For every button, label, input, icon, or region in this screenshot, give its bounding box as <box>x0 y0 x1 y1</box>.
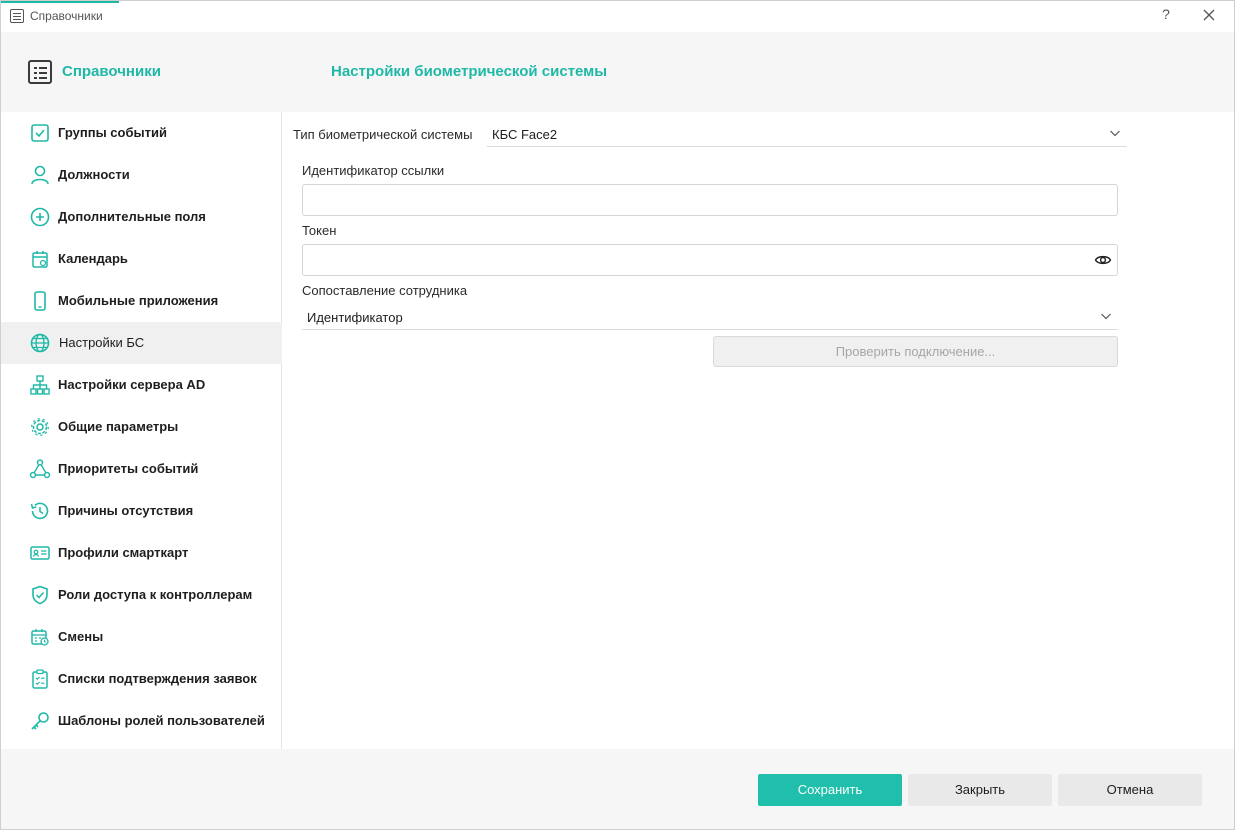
sidebar-item-controller-roles[interactable]: Роли доступа к контроллерам <box>1 574 282 616</box>
list-icon <box>28 60 52 84</box>
key-icon <box>31 712 49 730</box>
app-list-icon <box>10 9 24 23</box>
biometric-type-value: КБС Face2 <box>492 127 558 142</box>
biometric-type-label: Тип биометрической системы <box>293 127 473 142</box>
sidebar-item-label: Должности <box>58 167 130 182</box>
sidebar-item-event-groups[interactable]: Группы событий <box>1 112 282 154</box>
close-window-button[interactable] <box>1201 7 1217 23</box>
eye-icon[interactable] <box>1094 252 1112 268</box>
sidebar-item-label: Смены <box>58 629 104 644</box>
sidebar-item-label: Группы событий <box>58 125 167 140</box>
sidebar-item-label: Общие параметры <box>58 419 179 434</box>
sidebar-item-label: Роли доступа к контроллерам <box>58 587 253 602</box>
chevron-down-icon <box>1110 130 1120 137</box>
sidebar-item-ad-server[interactable]: Настройки сервера AD <box>1 364 282 406</box>
sidebar-item-label: Дополнительные поля <box>58 209 206 224</box>
globe-icon <box>30 333 50 353</box>
plus-circle-icon <box>30 207 50 227</box>
employee-match-label: Сопоставление сотрудника <box>302 283 468 298</box>
settings-form: Тип биометрической системы КБС Face2 Иде… <box>283 112 1234 749</box>
close-icon <box>1203 9 1215 21</box>
sidebar-item-label: Приоритеты событий <box>58 461 199 476</box>
id-card-icon <box>30 546 50 560</box>
dialog-footer: Сохранить Закрыть Отмена <box>1 749 1234 829</box>
person-icon <box>31 165 49 185</box>
sidebar-item-label: Профили смарткарт <box>58 545 189 560</box>
sidebar: Группы событий Должности Дополнительные … <box>1 112 282 749</box>
history-icon <box>30 502 49 520</box>
token-label: Токен <box>302 223 337 238</box>
employee-match-value: Идентификатор <box>307 310 403 325</box>
sidebar-item-extra-fields[interactable]: Дополнительные поля <box>1 196 282 238</box>
sidebar-item-smartcard-profiles[interactable]: Профили смарткарт <box>1 532 282 574</box>
sidebar-item-user-role-templates[interactable]: Шаблоны ролей пользователей <box>1 700 282 742</box>
sidebar-item-mobile-apps[interactable]: Мобильные приложения <box>1 280 282 322</box>
sidebar-item-label: Причины отсутствия <box>58 503 194 518</box>
employee-match-select[interactable]: Идентификатор <box>302 304 1118 330</box>
close-button[interactable]: Закрыть <box>908 774 1052 806</box>
sidebar-item-label: Настройки БС <box>59 335 145 350</box>
sidebar-item-label: Календарь <box>58 251 128 266</box>
sidebar-item-approval-lists[interactable]: Списки подтверждения заявок <box>1 658 282 700</box>
nodes-icon <box>29 459 51 479</box>
sidebar-item-label: Шаблоны ролей пользователей <box>58 713 265 728</box>
sidebar-item-shifts[interactable]: Смены <box>1 616 282 658</box>
network-icon <box>30 375 50 395</box>
gear-icon <box>31 418 49 436</box>
save-button[interactable]: Сохранить <box>758 774 902 806</box>
sidebar-item-general-params[interactable]: Общие параметры <box>1 406 282 448</box>
title-bar: Справочники ? <box>1 1 1234 32</box>
sidebar-item-absence-reasons[interactable]: Причины отсутствия <box>1 490 282 532</box>
sidebar-item-label: Настройки сервера AD <box>58 377 206 392</box>
calendar-icon <box>32 251 48 268</box>
page-header: Справочники Настройки биометрической сис… <box>1 32 1234 112</box>
link-id-input[interactable] <box>302 184 1118 216</box>
help-button[interactable]: ? <box>1158 6 1174 24</box>
title-accent-bar <box>1 1 119 3</box>
clipboard-icon <box>32 669 48 689</box>
sidebar-item-label: Мобильные приложения <box>58 293 219 308</box>
check-connection-button[interactable]: Проверить подключение... <box>713 336 1118 367</box>
biometric-type-select[interactable]: КБС Face2 <box>487 121 1127 147</box>
page-title: Настройки биометрической системы <box>331 63 608 80</box>
sidebar-item-positions[interactable]: Должности <box>1 154 282 196</box>
section-title: Справочники <box>62 63 161 80</box>
sidebar-item-calendar[interactable]: Календарь <box>1 238 282 280</box>
checkbox-icon <box>31 124 49 142</box>
cancel-button[interactable]: Отмена <box>1058 774 1202 806</box>
sidebar-item-event-priorities[interactable]: Приоритеты событий <box>1 448 282 490</box>
settings-window: Справочники ? Справочники Настройки биом… <box>0 0 1235 830</box>
shield-icon <box>32 585 48 605</box>
sidebar-item-label: Списки подтверждения заявок <box>58 671 257 686</box>
phone-icon <box>34 291 46 311</box>
calendar-clock-icon <box>31 629 49 646</box>
token-input[interactable] <box>302 244 1118 276</box>
window-title: Справочники <box>30 9 103 23</box>
chevron-down-icon <box>1101 313 1111 320</box>
link-id-label: Идентификатор ссылки <box>302 163 445 178</box>
sidebar-item-bs-settings[interactable]: Настройки БС <box>1 322 282 364</box>
